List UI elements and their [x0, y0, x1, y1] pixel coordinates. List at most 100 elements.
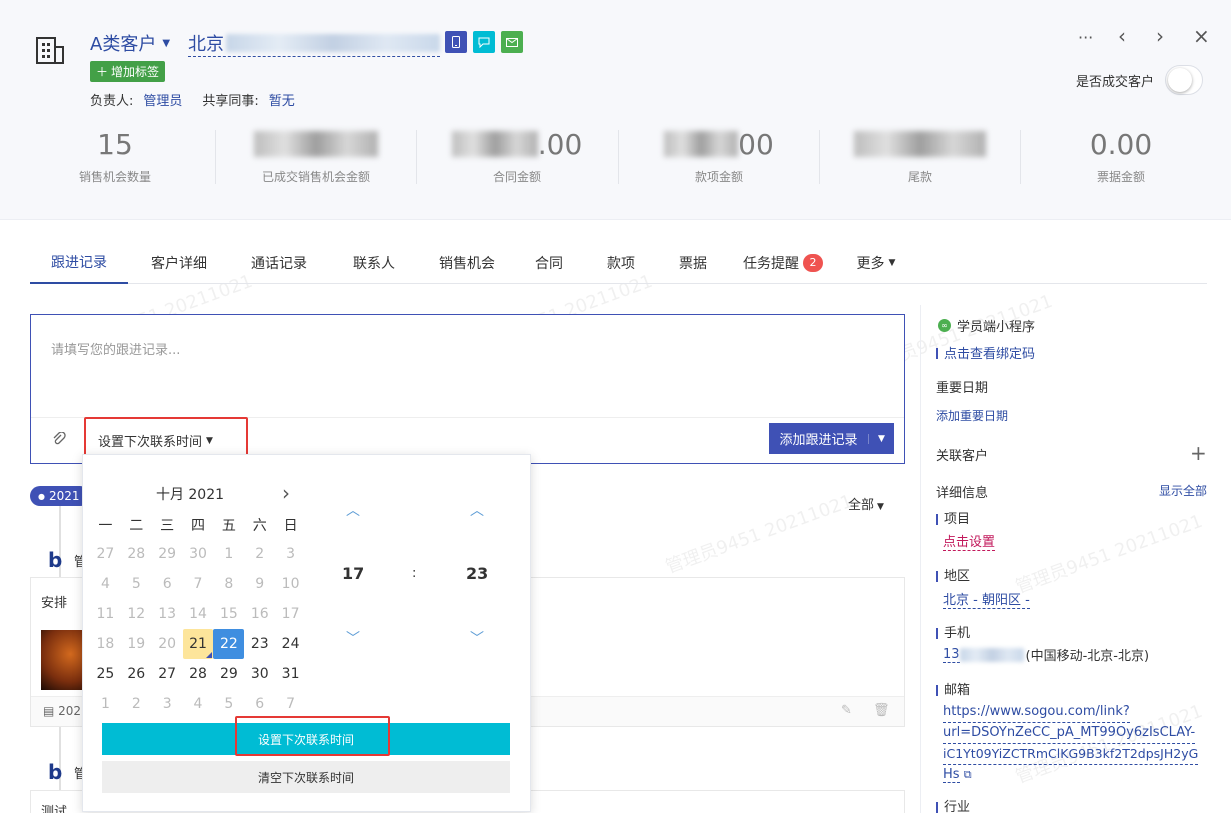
- calendar-day[interactable]: 14: [183, 599, 214, 629]
- phone-icon[interactable]: [445, 31, 467, 53]
- customer-name[interactable]: 北京: [188, 30, 440, 57]
- calendar-day[interactable]: 5: [213, 689, 244, 719]
- calendar-day[interactable]: 10: [275, 569, 306, 599]
- calendar-day[interactable]: 28: [183, 659, 214, 689]
- next-month-icon[interactable]: ›: [282, 481, 290, 505]
- tab-opportunities[interactable]: 销售机会: [420, 242, 514, 284]
- phone-field-value[interactable]: 13 (中国移动-北京-北京): [943, 645, 1149, 664]
- project-field-value[interactable]: 点击设置: [943, 531, 996, 551]
- calendar-day[interactable]: 25: [90, 659, 121, 689]
- calendar-day[interactable]: 29: [152, 539, 183, 569]
- add-follow-up-button[interactable]: 添加跟进记录 ▼: [769, 423, 894, 454]
- card-image[interactable]: [41, 630, 83, 690]
- calendar-day[interactable]: 3: [275, 539, 306, 569]
- tab-more[interactable]: 更多 ▼: [838, 242, 914, 284]
- hour-down-icon[interactable]: ﹀: [346, 628, 360, 648]
- calendar-day[interactable]: 7: [275, 689, 306, 719]
- shared-value[interactable]: 暂无: [269, 90, 295, 109]
- more-icon[interactable]: ···: [1078, 28, 1093, 47]
- calendar-day[interactable]: 2: [121, 689, 152, 719]
- minute-up-icon[interactable]: ︿: [470, 500, 484, 520]
- calendar-day[interactable]: 27: [90, 539, 121, 569]
- calendar-week-row: 11 12 13 14 15 16 17: [90, 599, 306, 629]
- calendar-day[interactable]: 9: [244, 569, 275, 599]
- add-tag-button[interactable]: ＋ 增加标签: [90, 61, 166, 82]
- hour-up-icon[interactable]: ︿: [346, 500, 360, 520]
- tab-follow-up[interactable]: 跟进记录: [30, 242, 128, 284]
- prev-icon[interactable]: ‹: [1118, 24, 1126, 48]
- add-related-customer-icon[interactable]: +: [1190, 441, 1207, 465]
- calendar-day[interactable]: 17: [275, 599, 306, 629]
- tab-contracts[interactable]: 合同: [514, 242, 584, 284]
- calendar-day[interactable]: 28: [121, 539, 152, 569]
- next-icon[interactable]: ›: [1156, 24, 1164, 48]
- calendar-day[interactable]: 13: [152, 599, 183, 629]
- minute-down-icon[interactable]: ﹀: [470, 628, 484, 648]
- calendar-day[interactable]: 5: [121, 569, 152, 599]
- customer-type-dropdown[interactable]: A类客户 ▼: [90, 30, 170, 56]
- next-contact-dropdown[interactable]: 设置下次联系时间 ▼: [98, 431, 213, 450]
- tab-contacts[interactable]: 联系人: [328, 242, 420, 284]
- calendar-day[interactable]: 6: [244, 689, 275, 719]
- customer-sidebar: ∞ 学员端小程序 点击查看绑定码 重要日期 添加重要日期 关联客户 + 详细信息…: [920, 305, 1231, 813]
- close-icon[interactable]: ×: [1193, 24, 1210, 48]
- timeline-filter-dropdown[interactable]: 全部 ▼: [848, 494, 884, 513]
- calendar-day[interactable]: 6: [152, 569, 183, 599]
- delete-icon[interactable]: 🗑: [873, 703, 890, 718]
- bind-code-link[interactable]: 点击查看绑定码: [936, 343, 1035, 362]
- minute-value[interactable]: 23: [466, 564, 488, 583]
- calendar-day-today[interactable]: 21: [182, 629, 214, 659]
- calendar-day[interactable]: 23: [244, 629, 275, 659]
- email-field-value[interactable]: https://www.sogou.com/link? url=DSOYnZeC…: [943, 702, 1213, 785]
- tab-customer-detail[interactable]: 客户详细: [128, 242, 230, 284]
- calendar-day[interactable]: 11: [90, 599, 121, 629]
- calendar-day[interactable]: 2: [244, 539, 275, 569]
- calendar-day[interactable]: 4: [183, 689, 214, 719]
- email-icon[interactable]: [501, 31, 523, 53]
- stat-value-blurred: [664, 131, 739, 157]
- tab-payments[interactable]: 款项: [584, 242, 658, 284]
- message-icon[interactable]: [473, 31, 495, 53]
- calendar-day[interactable]: 15: [213, 599, 244, 629]
- plus-icon: ＋: [96, 65, 109, 79]
- calendar-day[interactable]: 7: [183, 569, 214, 599]
- deal-toggle[interactable]: [1165, 65, 1203, 95]
- calendar-day[interactable]: 27: [152, 659, 183, 689]
- caret-down-icon[interactable]: ▼: [868, 433, 894, 444]
- calendar-day[interactable]: 1: [90, 689, 121, 719]
- calendar-day[interactable]: 20: [152, 629, 183, 659]
- calendar-day[interactable]: 24: [275, 629, 306, 659]
- calendar-day[interactable]: 4: [90, 569, 121, 599]
- calendar-day[interactable]: 18: [90, 629, 121, 659]
- stat-label: 合同金额: [492, 170, 541, 184]
- calendar-week-row: 25 26 27 28 29 30 31: [90, 659, 306, 689]
- calendar-day-selected[interactable]: 22: [213, 629, 245, 659]
- region-field-value[interactable]: 北京 - 朝阳区 -: [943, 589, 1030, 609]
- calendar-day[interactable]: 12: [121, 599, 152, 629]
- clear-next-contact-button[interactable]: 清空下次联系时间: [102, 761, 510, 793]
- tab-call-records[interactable]: 通话记录: [230, 242, 328, 284]
- external-link-icon[interactable]: ⧉: [964, 768, 972, 781]
- edit-icon[interactable]: ✎: [841, 703, 852, 718]
- calendar-day[interactable]: 29: [213, 659, 244, 689]
- calendar-day[interactable]: 30: [244, 659, 275, 689]
- detail-info-heading: 详细信息: [936, 486, 989, 501]
- calendar-day[interactable]: 3: [152, 689, 183, 719]
- attachment-icon[interactable]: [52, 432, 66, 446]
- calendar-day[interactable]: 1: [213, 539, 244, 569]
- tab-task-reminders[interactable]: 任务提醒 2: [728, 242, 838, 284]
- mini-program-section: ∞ 学员端小程序: [938, 316, 1035, 335]
- stat-label: 尾款: [907, 170, 932, 184]
- show-all-link[interactable]: 显示全部: [1159, 482, 1207, 499]
- hour-value[interactable]: 17: [342, 564, 364, 583]
- calendar-day[interactable]: 30: [183, 539, 214, 569]
- tab-invoices[interactable]: 票据: [658, 242, 728, 284]
- owner-value[interactable]: 管理员: [143, 90, 182, 109]
- calendar-day[interactable]: 16: [244, 599, 275, 629]
- calendar-day[interactable]: 19: [121, 629, 152, 659]
- add-important-date-link[interactable]: 添加重要日期: [936, 407, 1008, 424]
- task-count-badge: 2: [803, 254, 823, 272]
- calendar-day[interactable]: 31: [275, 659, 306, 689]
- calendar-day[interactable]: 26: [121, 659, 152, 689]
- calendar-day[interactable]: 8: [213, 569, 244, 599]
